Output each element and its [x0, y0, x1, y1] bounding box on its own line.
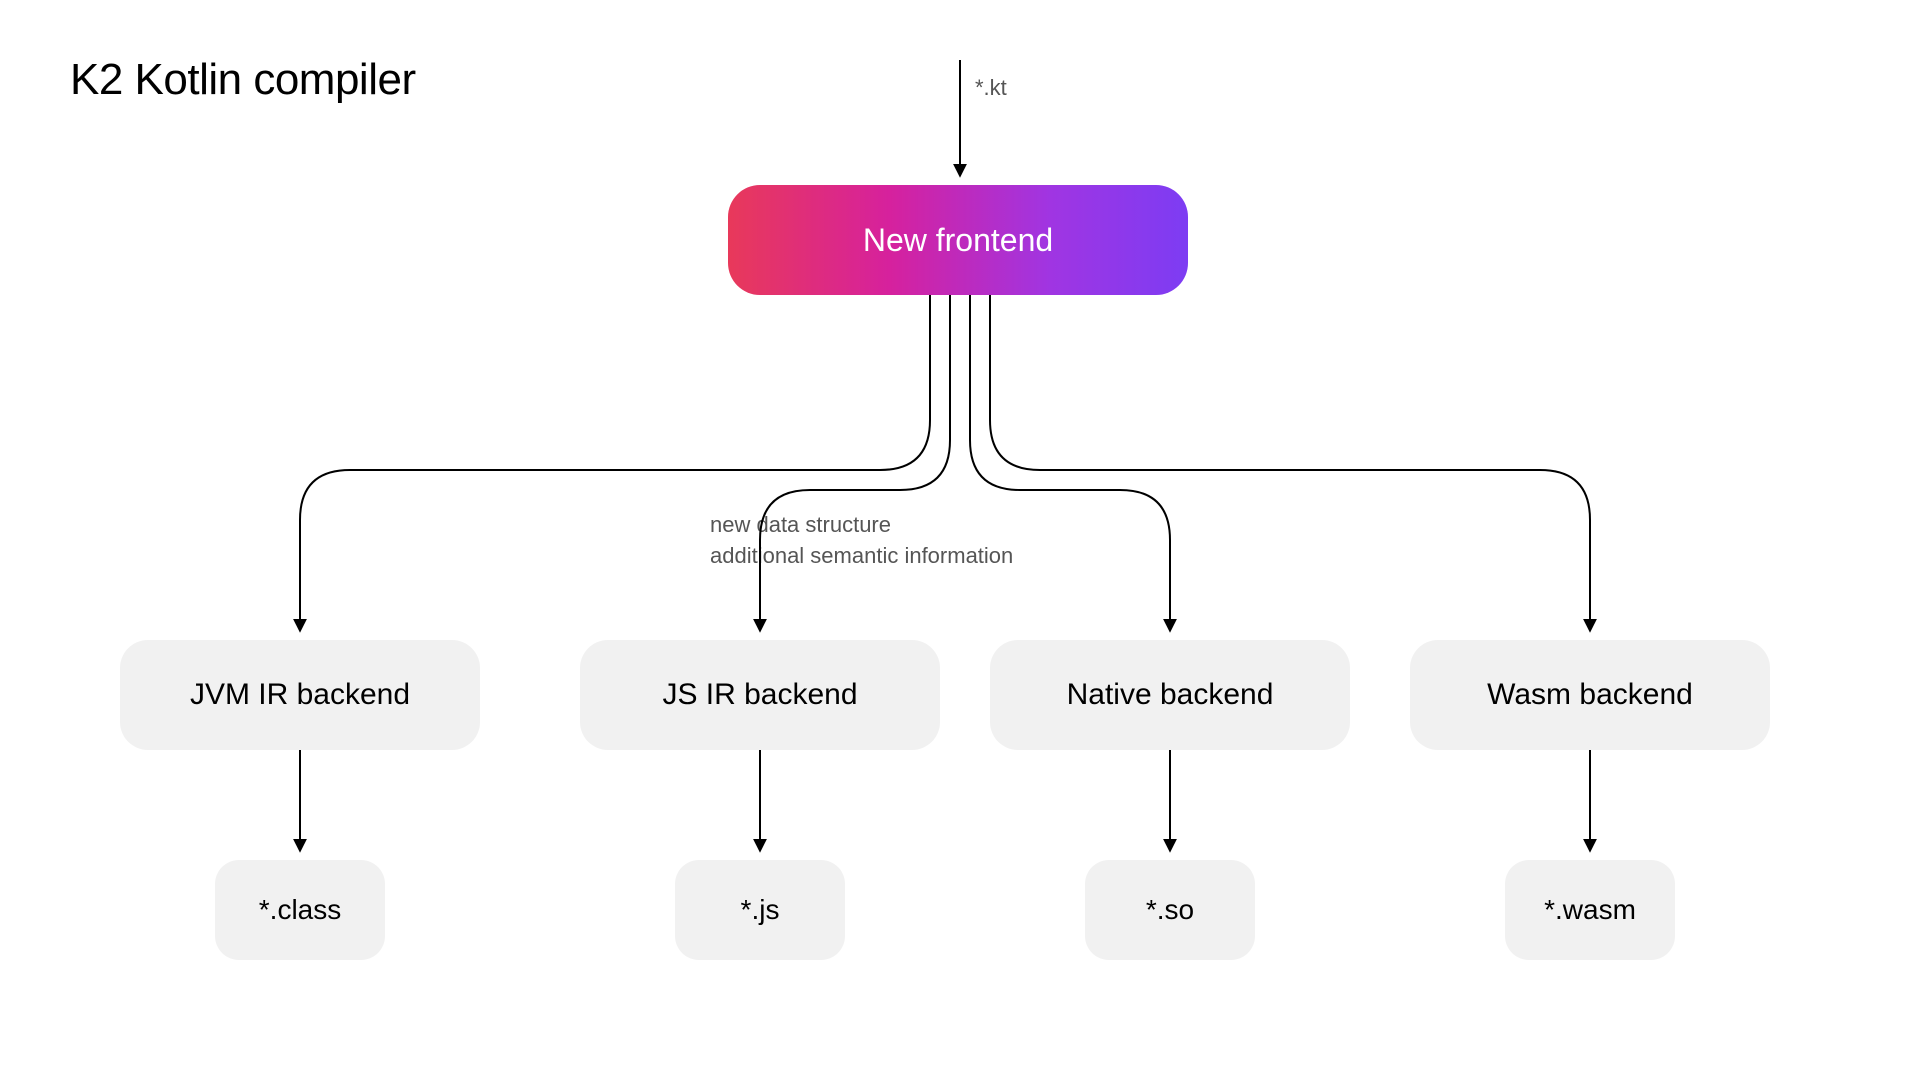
arrow-to-jvm: [300, 295, 930, 630]
arrow-to-wasm: [990, 295, 1590, 630]
backend-label: JVM IR backend: [190, 678, 410, 712]
backend-label: Native backend: [1067, 678, 1274, 712]
annotation-line-2: additional semantic information: [710, 541, 1013, 572]
frontend-node: New frontend: [728, 185, 1188, 295]
backend-node-js: JS IR backend: [580, 640, 940, 750]
output-label: *.js: [741, 894, 780, 926]
output-node-so: *.so: [1085, 860, 1255, 960]
k2-compiler-diagram: K2 Kotlin compiler *.kt New frontend new…: [0, 0, 1920, 1080]
frontend-label: New frontend: [863, 222, 1053, 259]
edge-annotation: new data structure additional semantic i…: [710, 510, 1013, 572]
output-node-js: *.js: [675, 860, 845, 960]
backend-node-jvm: JVM IR backend: [120, 640, 480, 750]
backend-node-native: Native backend: [990, 640, 1350, 750]
output-label: *.class: [259, 894, 341, 926]
output-node-class: *.class: [215, 860, 385, 960]
output-label: *.so: [1146, 894, 1194, 926]
input-file-label: *.kt: [975, 75, 1007, 101]
backend-label: JS IR backend: [662, 678, 857, 712]
output-label: *.wasm: [1544, 894, 1636, 926]
arrow-to-js: [760, 295, 950, 630]
backend-node-wasm: Wasm backend: [1410, 640, 1770, 750]
output-node-wasm: *.wasm: [1505, 860, 1675, 960]
arrow-to-native: [970, 295, 1170, 630]
annotation-line-1: new data structure: [710, 510, 1013, 541]
backend-label: Wasm backend: [1487, 678, 1693, 712]
diagram-title: K2 Kotlin compiler: [70, 55, 416, 105]
